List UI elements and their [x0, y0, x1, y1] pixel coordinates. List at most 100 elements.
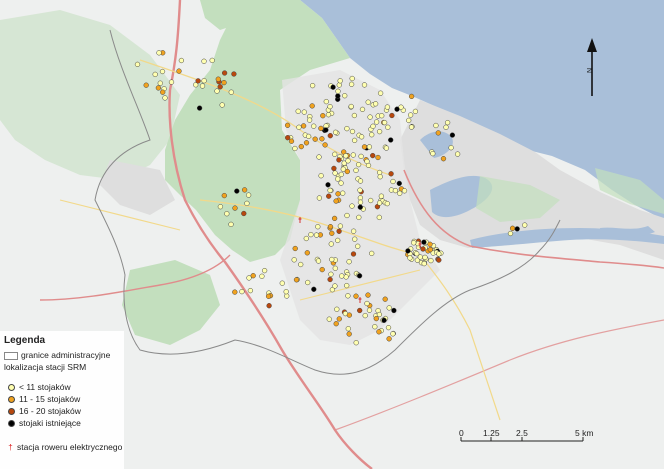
station-marker[interactable] — [352, 236, 358, 242]
station-marker[interactable] — [422, 254, 428, 261]
station-marker[interactable] — [217, 204, 224, 210]
station-marker[interactable] — [377, 90, 384, 96]
station-marker[interactable] — [356, 214, 362, 221]
station-marker[interactable] — [214, 88, 220, 94]
station-marker[interactable] — [326, 193, 332, 199]
station-marker[interactable] — [244, 200, 250, 207]
station-marker[interactable] — [376, 311, 383, 318]
station-marker[interactable] — [396, 180, 402, 187]
station-marker[interactable] — [325, 112, 332, 118]
station-marker[interactable] — [285, 135, 291, 141]
station-marker[interactable] — [342, 93, 348, 99]
station-marker[interactable] — [372, 324, 378, 330]
station-marker[interactable] — [283, 289, 289, 295]
station-marker[interactable] — [420, 246, 426, 252]
station-marker[interactable] — [311, 123, 317, 129]
station-marker[interactable] — [357, 199, 364, 205]
station-marker[interactable] — [295, 108, 301, 114]
station-marker[interactable] — [338, 171, 344, 178]
station-marker[interactable] — [159, 68, 166, 75]
station-marker[interactable] — [448, 145, 454, 151]
station-marker[interactable] — [329, 230, 335, 236]
station-marker[interactable] — [293, 277, 300, 283]
station-marker[interactable] — [509, 225, 516, 231]
station-marker[interactable] — [388, 137, 394, 143]
station-marker[interactable] — [309, 103, 315, 109]
station-marker[interactable] — [436, 257, 442, 263]
station-marker[interactable] — [390, 178, 396, 185]
station-marker[interactable] — [308, 231, 314, 238]
station-marker[interactable] — [228, 221, 234, 228]
station-marker[interactable] — [316, 195, 323, 201]
station-marker[interactable] — [369, 132, 375, 138]
station-marker[interactable] — [319, 266, 325, 273]
station-marker[interactable] — [336, 316, 342, 322]
station-marker[interactable] — [361, 144, 368, 150]
station-marker[interactable] — [514, 226, 520, 232]
station-marker[interactable] — [351, 112, 358, 119]
station-marker[interactable] — [305, 133, 312, 140]
station-marker[interactable] — [405, 248, 411, 254]
station-marker[interactable] — [328, 241, 334, 247]
station-marker[interactable] — [221, 79, 227, 86]
station-marker[interactable] — [300, 123, 307, 129]
station-marker[interactable] — [361, 82, 368, 88]
station-marker[interactable] — [339, 273, 345, 279]
station-marker[interactable] — [298, 143, 304, 150]
station-marker[interactable] — [279, 280, 285, 286]
station-marker[interactable] — [335, 237, 341, 244]
station-marker[interactable] — [261, 267, 268, 274]
station-marker[interactable] — [390, 331, 396, 337]
station-marker[interactable] — [156, 50, 162, 56]
station-marker[interactable] — [350, 152, 356, 158]
station-marker[interactable] — [326, 316, 332, 322]
station-marker[interactable] — [221, 70, 228, 76]
station-marker[interactable] — [201, 78, 207, 84]
station-marker[interactable] — [176, 68, 182, 74]
station-marker[interactable] — [392, 187, 399, 194]
station-marker[interactable] — [388, 171, 394, 177]
station-marker[interactable] — [349, 203, 355, 209]
station-marker[interactable] — [362, 312, 368, 319]
station-marker[interactable] — [288, 138, 295, 144]
station-marker[interactable] — [377, 174, 383, 180]
station-marker[interactable] — [386, 336, 392, 342]
station-marker[interactable] — [357, 187, 363, 193]
station-marker[interactable] — [284, 293, 290, 299]
station-marker[interactable] — [344, 168, 350, 175]
station-marker[interactable] — [381, 317, 387, 323]
station-marker[interactable] — [284, 122, 291, 128]
station-marker[interactable] — [291, 257, 297, 263]
station-marker[interactable] — [433, 122, 439, 129]
station-marker[interactable] — [335, 176, 341, 182]
station-marker[interactable] — [385, 324, 392, 331]
station-marker[interactable] — [384, 200, 390, 207]
station-marker[interactable] — [373, 119, 380, 125]
station-marker[interactable] — [160, 89, 166, 95]
station-marker[interactable] — [327, 224, 334, 230]
station-marker[interactable] — [379, 113, 385, 119]
station-marker[interactable] — [215, 76, 221, 82]
station-marker[interactable] — [383, 145, 390, 151]
station-marker[interactable] — [344, 125, 350, 132]
station-marker[interactable] — [327, 187, 333, 194]
station-marker[interactable] — [364, 158, 370, 165]
station-marker[interactable] — [332, 265, 338, 271]
station-marker[interactable] — [195, 78, 201, 84]
station-marker[interactable] — [338, 180, 344, 186]
station-marker[interactable] — [298, 261, 304, 268]
station-marker[interactable] — [266, 303, 272, 309]
station-marker[interactable] — [427, 241, 433, 247]
station-marker[interactable] — [231, 71, 237, 77]
station-marker[interactable] — [259, 273, 265, 279]
station-marker[interactable] — [507, 230, 514, 237]
station-marker[interactable] — [241, 210, 247, 217]
station-marker[interactable] — [313, 232, 320, 238]
station-marker[interactable] — [224, 211, 230, 217]
station-marker[interactable] — [368, 197, 374, 204]
station-marker[interactable] — [143, 82, 149, 88]
station-marker[interactable] — [217, 84, 223, 90]
station-marker[interactable] — [364, 300, 370, 307]
station-marker[interactable] — [356, 273, 363, 279]
station-marker[interactable] — [378, 193, 385, 199]
